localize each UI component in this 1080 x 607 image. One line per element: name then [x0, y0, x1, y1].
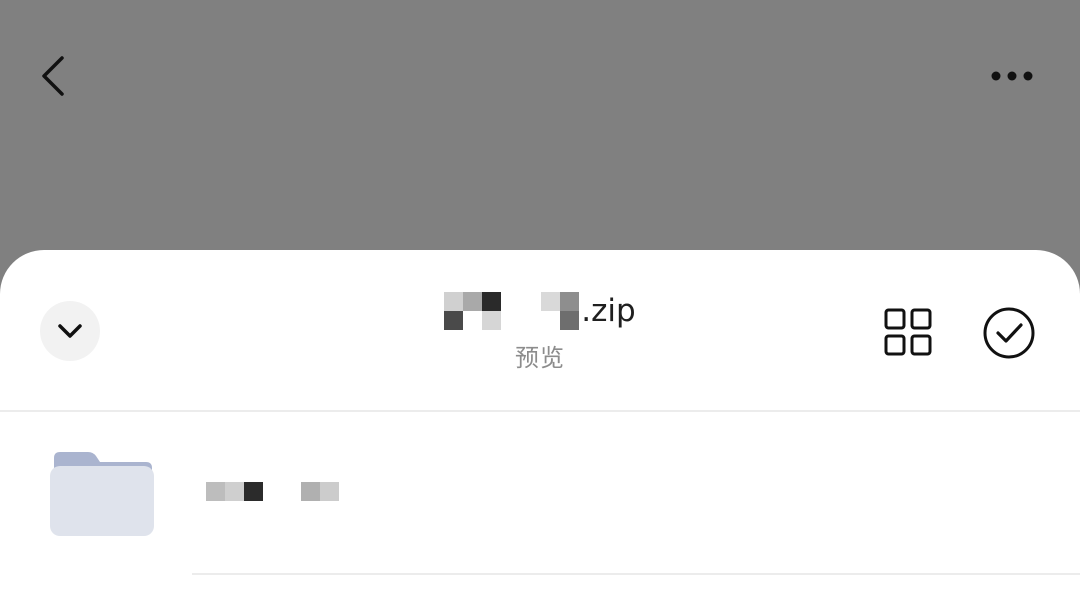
- confirm-button[interactable]: [980, 304, 1038, 362]
- file-title: .zip: [444, 286, 636, 336]
- sheet-header: .zip 预览: [340, 286, 740, 373]
- list-item[interactable]: [0, 412, 1080, 574]
- more-button[interactable]: [982, 60, 1042, 92]
- redacted-filename-mosaic: [444, 292, 521, 330]
- file-title-text: .zip: [581, 293, 636, 329]
- folder-icon: [50, 452, 154, 536]
- sheet-subtitle: 预览: [515, 344, 565, 372]
- chevron-down-icon: [58, 324, 82, 338]
- check-circle-icon: [983, 307, 1035, 359]
- more-horizontal-icon: [991, 71, 1033, 81]
- preview-sheet: .zip 预览: [0, 250, 1080, 607]
- back-button[interactable]: [30, 50, 78, 102]
- grid-icon: [884, 308, 932, 356]
- redacted-filename-mosaic-2: [522, 292, 580, 330]
- collapse-button[interactable]: [40, 301, 100, 361]
- grid-view-button[interactable]: [880, 304, 936, 360]
- row-divider: [192, 573, 1080, 575]
- chevron-left-icon: [42, 56, 64, 96]
- list-item-name-redacted: [206, 482, 339, 512]
